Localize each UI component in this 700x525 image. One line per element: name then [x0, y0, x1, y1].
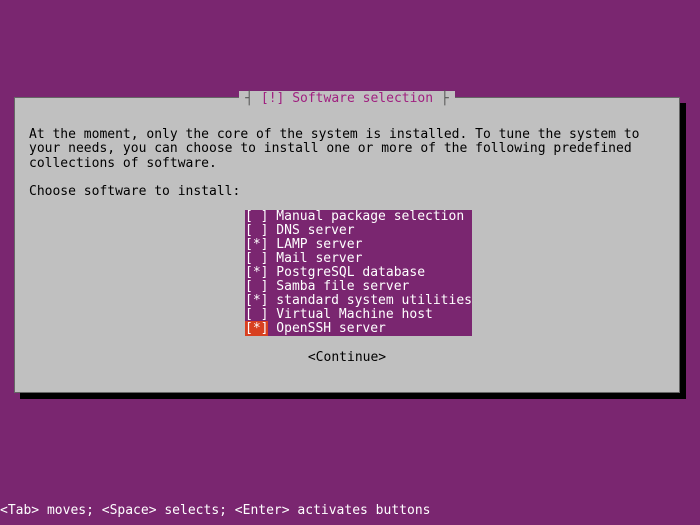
- option-row[interactable]: [*] PostgreSQL database: [245, 266, 472, 280]
- title-divider-right: ├: [433, 91, 449, 106]
- checkbox-icon[interactable]: [*]: [245, 293, 268, 308]
- option-label: OpenSSH server: [268, 321, 472, 336]
- checkbox-icon[interactable]: [*]: [245, 265, 268, 280]
- title-divider-left: ┤: [245, 91, 261, 106]
- option-row[interactable]: [ ] Virtual Machine host: [245, 308, 472, 322]
- checkbox-icon[interactable]: [*]: [245, 321, 268, 336]
- title-label: Software selection: [292, 91, 433, 106]
- checkbox-icon[interactable]: [ ]: [245, 209, 268, 224]
- option-row[interactable]: [ ] Samba file server: [245, 280, 472, 294]
- dialog-title: ┤ [!] Software selection ├: [239, 91, 455, 106]
- dialog-prompt: Choose software to install:: [29, 184, 240, 199]
- checkbox-icon[interactable]: [ ]: [245, 223, 268, 238]
- checkbox-icon[interactable]: [*]: [245, 237, 268, 252]
- option-label: Mail server: [268, 251, 472, 266]
- option-label: Virtual Machine host: [268, 307, 472, 322]
- help-bar: <Tab> moves; <Space> selects; <Enter> ac…: [0, 503, 430, 518]
- continue-button[interactable]: <Continue>: [15, 350, 679, 365]
- options-list: [ ] Manual package selection [ ] DNS ser…: [245, 210, 472, 336]
- option-row[interactable]: [*] LAMP server: [245, 238, 472, 252]
- option-label: standard system utilities: [268, 293, 472, 308]
- option-row[interactable]: [*] OpenSSH server: [245, 322, 472, 336]
- software-selection-dialog: ┤ [!] Software selection ├ At the moment…: [14, 97, 680, 393]
- option-label: DNS server: [268, 223, 472, 238]
- dialog-title-wrap: ┤ [!] Software selection ├: [15, 91, 679, 106]
- option-label: Manual package selection: [268, 209, 472, 224]
- option-row[interactable]: [ ] Manual package selection: [245, 210, 472, 224]
- option-row[interactable]: [ ] DNS server: [245, 224, 472, 238]
- checkbox-icon[interactable]: [ ]: [245, 307, 268, 322]
- option-label: PostgreSQL database: [268, 265, 472, 280]
- option-label: LAMP server: [268, 237, 472, 252]
- checkbox-icon[interactable]: [ ]: [245, 279, 268, 294]
- title-prefix: [!]: [261, 91, 284, 106]
- option-label: Samba file server: [268, 279, 472, 294]
- option-row[interactable]: [ ] Mail server: [245, 252, 472, 266]
- dialog-body-text: At the moment, only the core of the syst…: [29, 128, 665, 171]
- checkbox-icon[interactable]: [ ]: [245, 251, 268, 266]
- option-row[interactable]: [*] standard system utilities: [245, 294, 472, 308]
